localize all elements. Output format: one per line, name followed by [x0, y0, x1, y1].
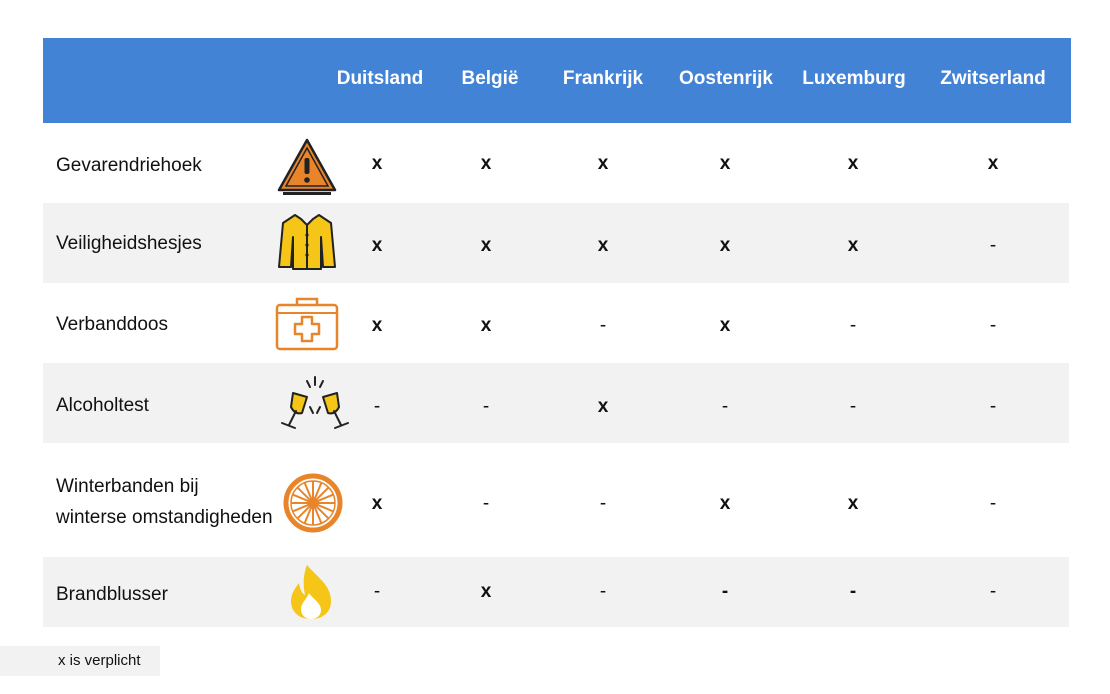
cell-zwitserland: x	[987, 153, 999, 174]
cell-belgie: -	[482, 396, 490, 417]
cell-frankrijk: x	[597, 235, 609, 256]
cell-oostenrijk: x	[719, 493, 731, 514]
cell-duitsland: x	[371, 493, 383, 514]
cell-frankrijk: -	[599, 581, 607, 602]
flame-icon	[287, 563, 335, 621]
cell-luxemburg: -	[849, 581, 857, 602]
cell-zwitserland: -	[989, 235, 997, 256]
legend-text: x is verplicht	[58, 652, 141, 669]
cell-belgie: -	[482, 493, 490, 514]
requirements-table: Duitsland België Frankrijk Oostenrijk Lu…	[43, 38, 1071, 627]
row-label-line: winterse omstandigheden	[56, 507, 273, 528]
cell-zwitserland: -	[989, 315, 997, 336]
cell-frankrijk: -	[599, 493, 607, 514]
cell-luxemburg: -	[849, 315, 857, 336]
cell-frankrijk: x	[597, 153, 609, 174]
cell-oostenrijk: x	[719, 153, 731, 174]
cell-zwitserland: -	[989, 493, 997, 514]
cell-belgie: x	[480, 315, 492, 336]
cell-belgie: x	[480, 153, 492, 174]
cell-zwitserland: -	[989, 581, 997, 602]
cell-luxemburg: x	[847, 493, 859, 514]
cell-duitsland: x	[371, 315, 383, 336]
cell-belgie: x	[480, 581, 492, 602]
warning-triangle-icon	[275, 134, 339, 198]
table-row: Winterbanden bij winterse omstandigheden	[43, 443, 1069, 557]
cell-oostenrijk: -	[721, 396, 729, 417]
cell-luxemburg: x	[847, 235, 859, 256]
cell-oostenrijk: x	[719, 315, 731, 336]
column-header-frankrijk: Frankrijk	[562, 68, 644, 89]
cell-frankrijk: -	[599, 315, 607, 336]
toasting-glasses-icon	[277, 373, 353, 437]
table-header: Duitsland België Frankrijk Oostenrijk Lu…	[43, 38, 1071, 123]
column-header-duitsland: Duitsland	[336, 68, 424, 89]
row-label: Gevarendriehoek	[56, 155, 202, 176]
cell-frankrijk: x	[597, 396, 609, 417]
cell-duitsland: x	[371, 235, 383, 256]
row-label-line: Winterbanden bij	[56, 476, 199, 497]
column-header-luxemburg: Luxemburg	[802, 68, 906, 89]
legend-note: x is verplicht	[0, 646, 160, 676]
cell-oostenrijk: x	[719, 235, 731, 256]
cell-duitsland: -	[373, 581, 381, 602]
table-row: Verbanddoos x x - x - -	[43, 283, 1069, 363]
column-header-oostenrijk: Oostenrijk	[679, 68, 773, 89]
table-row: Gevarendriehoek x x x x x x	[43, 123, 1069, 203]
table-row: Alcoholtest - - x - - -	[43, 363, 1069, 443]
row-label: Veiligheidshesjes	[56, 233, 202, 254]
cell-duitsland: x	[371, 153, 383, 174]
table-row: Veiligheidshesjes x x x x x -	[43, 203, 1069, 283]
row-label: Alcoholtest	[56, 395, 149, 416]
cell-duitsland: -	[373, 396, 381, 417]
first-aid-kit-icon	[275, 293, 339, 357]
row-label: Verbanddoos	[56, 314, 168, 335]
cell-oostenrijk: -	[721, 581, 729, 602]
column-header-belgie: België	[461, 68, 519, 89]
row-label: Brandblusser	[56, 584, 168, 605]
column-header-zwitserland: Zwitserland	[940, 68, 1046, 89]
safety-vest-icon	[275, 211, 339, 275]
cell-luxemburg: -	[849, 396, 857, 417]
row-label: Winterbanden bij winterse omstandigheden	[56, 471, 273, 533]
wheel-icon	[283, 473, 343, 533]
cell-luxemburg: x	[847, 153, 859, 174]
cell-belgie: x	[480, 235, 492, 256]
table-row: Brandblusser - x - - - -	[43, 557, 1069, 627]
cell-zwitserland: -	[989, 396, 997, 417]
